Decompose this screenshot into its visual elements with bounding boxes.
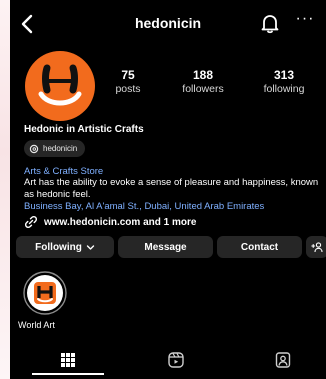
posts-label: posts <box>115 83 141 95</box>
profile-avatar[interactable] <box>24 50 96 122</box>
profile-bio: Art has the ability to evoke a sense of … <box>24 177 319 200</box>
tab-posts-grid[interactable] <box>48 348 88 372</box>
chevron-down-icon <box>86 244 95 250</box>
message-button[interactable]: Message <box>118 236 213 258</box>
tagged-icon <box>275 352 291 368</box>
followers-number: 188 <box>192 68 214 82</box>
following-count[interactable]: 313 following <box>244 68 324 95</box>
bell-icon <box>261 15 279 34</box>
message-button-label: Message <box>144 241 187 253</box>
tab-reels[interactable] <box>156 348 196 372</box>
following-number: 313 <box>273 68 295 82</box>
profile-screen: hedonicin ··· 75 posts 188 followers 313 <box>10 0 326 379</box>
highlight-world-art[interactable] <box>23 271 67 315</box>
reels-icon <box>168 352 184 368</box>
profile-location[interactable]: Business Bay, Al A'amal St., Dubai, Unit… <box>24 201 264 212</box>
posts-number: 75 <box>121 68 135 82</box>
left-background-strip <box>0 0 10 379</box>
contact-button[interactable]: Contact <box>217 236 302 258</box>
followers-count[interactable]: 188 followers <box>163 68 243 95</box>
profile-link[interactable]: www.hedonicin.com and 1 more <box>24 215 196 229</box>
profile-display-name: Hedonic in Artistic Crafts <box>24 124 144 135</box>
add-person-icon <box>311 242 323 253</box>
profile-link-text: www.hedonicin.com and 1 more <box>44 216 197 228</box>
threads-handle: hedonicin <box>43 144 78 153</box>
active-tab-indicator <box>32 373 104 375</box>
content-tabs <box>10 348 326 379</box>
hedonic-logo-icon <box>25 51 95 121</box>
followers-label: followers <box>182 83 224 95</box>
link-icon <box>24 215 38 229</box>
following-button[interactable]: Following <box>16 236 114 258</box>
more-icon: ··· <box>295 10 315 27</box>
profile-category: Arts & Crafts Store <box>24 166 104 177</box>
more-options-button[interactable]: ··· <box>292 10 318 34</box>
contact-button-label: Contact <box>240 241 279 253</box>
highlight-logo-icon <box>23 271 67 315</box>
following-button-label: Following <box>35 241 82 253</box>
highlight-label: World Art <box>18 320 55 330</box>
top-bar: hedonicin ··· <box>10 0 326 48</box>
tab-tagged[interactable] <box>263 348 303 372</box>
threads-icon <box>29 144 39 153</box>
posts-count[interactable]: 75 posts <box>88 68 168 95</box>
following-label: following <box>263 83 305 95</box>
grid-icon <box>61 353 75 367</box>
threads-badge[interactable]: hedonicin <box>24 140 86 157</box>
suggested-people-button[interactable] <box>306 236 326 258</box>
notifications-button[interactable] <box>258 11 282 35</box>
